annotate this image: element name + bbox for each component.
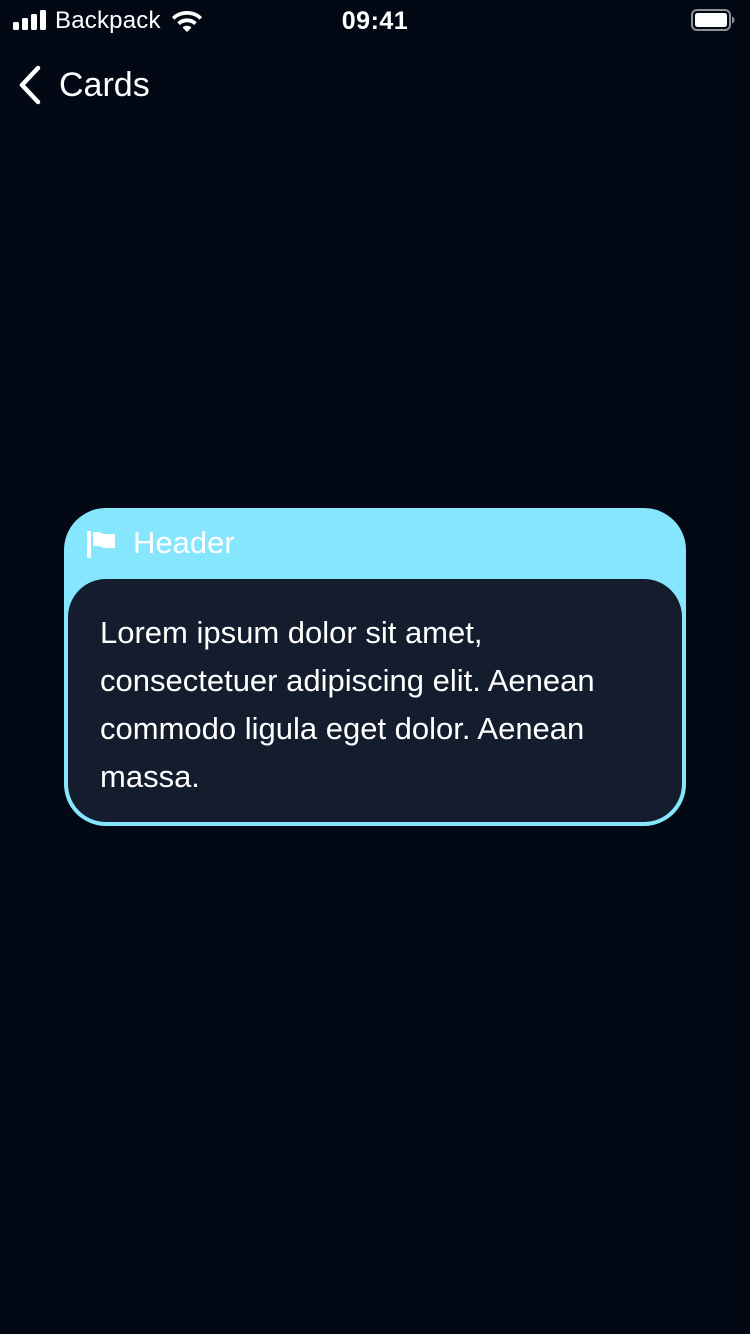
card-header-label: Header bbox=[133, 525, 235, 560]
nav-back-title[interactable]: Cards bbox=[59, 64, 150, 106]
battery-icon bbox=[691, 9, 735, 31]
status-time: 09:41 bbox=[341, 7, 409, 35]
chevron-left-icon[interactable] bbox=[16, 64, 44, 106]
card-body-text: Lorem ipsum dolor sit amet, consectetuer… bbox=[100, 615, 595, 794]
card-body: Lorem ipsum dolor sit amet, consectetuer… bbox=[68, 579, 682, 822]
card: Header Lorem ipsum dolor sit amet, conse… bbox=[64, 508, 686, 826]
status-bar: Backpack 09:41 bbox=[0, 0, 750, 40]
card-header: Header bbox=[64, 508, 686, 578]
flag-icon bbox=[87, 531, 115, 558]
navigation-bar: Cards bbox=[0, 60, 750, 110]
